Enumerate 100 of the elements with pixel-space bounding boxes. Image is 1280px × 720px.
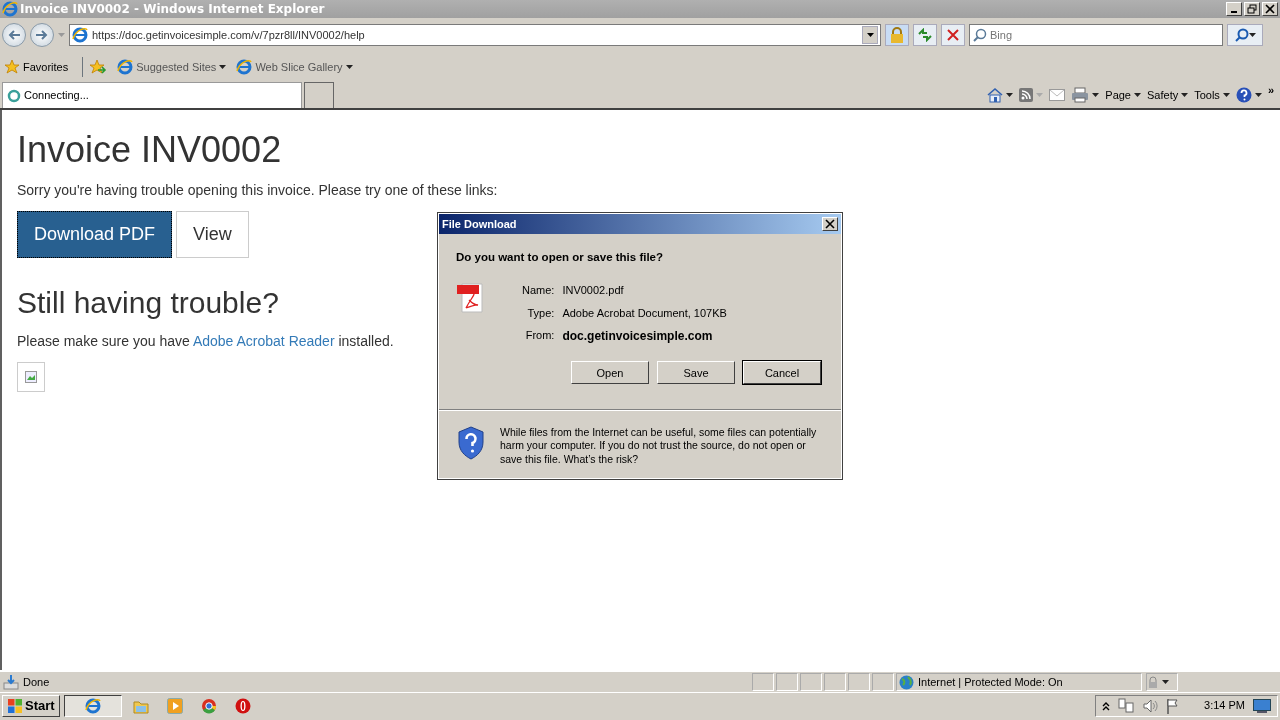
opera-icon (234, 697, 251, 714)
address-dropdown-button[interactable] (862, 26, 878, 44)
field-value: Adobe Acrobat Document, 107KB (562, 305, 727, 321)
caret-icon (1092, 93, 1100, 97)
dialog-button[interactable]: Cancel (743, 361, 821, 385)
close-button[interactable] (822, 217, 838, 231)
shield-icon (457, 426, 485, 461)
subheading: Still having trouble? (17, 285, 279, 319)
chevron-up-icon[interactable] (1102, 700, 1111, 711)
loading-icon (7, 88, 21, 103)
minimize-button[interactable] (1226, 2, 1242, 16)
menu-button[interactable]: Safety (1147, 86, 1189, 104)
network-icon[interactable] (1118, 697, 1135, 714)
dialog-question: Do you want to open or save this file? (455, 250, 665, 265)
restore-icon (1247, 4, 1257, 14)
caret-icon (1254, 93, 1262, 97)
close-icon (1265, 4, 1275, 14)
browser-icon (84, 697, 101, 714)
printer-icon (1071, 87, 1090, 103)
start-button[interactable]: Start (2, 694, 60, 717)
close-icon (825, 219, 835, 229)
chrome-icon (200, 697, 217, 714)
show-desktop-icon[interactable] (1253, 698, 1271, 713)
view-button[interactable]: View (176, 210, 249, 258)
help-icon (1235, 87, 1252, 103)
envelope-icon (1049, 89, 1066, 101)
address-field[interactable]: https://doc.getinvoicesimple.com/v/7pzr8ll/INV0002/help (69, 24, 881, 46)
favorites-link[interactable]: Web Slice Gallery (236, 58, 353, 76)
warning-text: While files from the Internet can be useful, some files can potentially harm your computer. If you do not trust the source, do not open or save this file. What’s the risk? (500, 426, 818, 466)
field-value: INV0002.pdf (562, 283, 625, 299)
window-title: Invoice INV0002 - Windows Internet Explorer (20, 1, 325, 18)
caret-icon (219, 65, 227, 69)
dialog-button[interactable]: Open (571, 361, 649, 385)
volume-icon[interactable] (1142, 697, 1159, 714)
caret-icon (1222, 93, 1230, 97)
status-pane (848, 673, 870, 691)
feeds-button[interactable] (1019, 88, 1044, 102)
new-tab-button[interactable] (304, 82, 334, 108)
status-pane (800, 673, 822, 691)
browser-icon (2, 1, 18, 17)
status-pane (824, 673, 846, 691)
minimize-icon (1231, 11, 1237, 13)
menu-button[interactable]: Tools (1194, 86, 1230, 104)
status-pane (776, 673, 798, 691)
print-button[interactable] (1071, 87, 1100, 103)
caret-icon (1181, 93, 1189, 97)
favorites-link[interactable]: Suggested Sites (117, 58, 227, 76)
field-label: Type: (526, 305, 555, 321)
close-button[interactable] (1262, 2, 1278, 16)
acrobat-link[interactable]: Adobe Acrobat Reader (192, 332, 335, 349)
home-icon (987, 87, 1004, 103)
media-player-icon (166, 697, 183, 714)
help-button[interactable] (1235, 87, 1262, 103)
status-text: Done (23, 674, 50, 690)
windows-logo-icon (7, 697, 23, 714)
dialog-title: File Download (442, 216, 518, 232)
dialog-button[interactable]: Save (657, 361, 735, 385)
menu-button[interactable]: Page (1105, 86, 1141, 104)
feed-icon (1019, 88, 1034, 102)
download-page-icon (3, 674, 19, 690)
lock-icon (890, 27, 904, 43)
intro-text: Sorry you're having trouble opening this invoice. Please try one of these links: (17, 180, 499, 200)
favorites-button[interactable]: Favorites (4, 58, 69, 76)
status-pane (872, 673, 894, 691)
browser-icon (72, 27, 88, 43)
search-field[interactable]: Bing (969, 24, 1223, 46)
caret-icon (1036, 93, 1044, 97)
home-button[interactable] (987, 87, 1014, 103)
browser-icon (236, 59, 253, 75)
forward-button[interactable] (30, 23, 54, 47)
search-button[interactable] (1227, 24, 1263, 46)
restore-button[interactable] (1244, 2, 1260, 16)
left-arrow-icon (7, 29, 21, 41)
mail-button[interactable] (1049, 89, 1066, 101)
flag-icon[interactable] (1166, 697, 1181, 714)
globe-icon (899, 674, 914, 690)
download-button[interactable]: Download PDF (17, 210, 173, 258)
status-pane (752, 673, 774, 691)
back-button[interactable] (2, 23, 26, 47)
stop-button[interactable] (941, 24, 965, 46)
refresh-button[interactable] (913, 24, 937, 46)
security-lock-button[interactable] (885, 24, 909, 46)
browser-tab[interactable]: Connecting... (2, 82, 302, 108)
clock-text: 3:14 PM (1204, 698, 1245, 714)
field-label: Name: (522, 283, 555, 299)
close-icon (947, 29, 959, 41)
protected-mode-button[interactable] (1146, 673, 1178, 691)
page-heading: Invoice INV0002 (17, 130, 283, 170)
caret-icon (1006, 93, 1014, 97)
help-text: Please make sure you have Adobe Acrobat Reader installed. (17, 331, 394, 351)
right-arrow-icon (35, 29, 49, 41)
more-button[interactable]: » (1267, 82, 1274, 99)
taskbar-browser-button[interactable] (63, 694, 122, 717)
caret-icon (345, 65, 353, 69)
caret-icon (1162, 680, 1169, 684)
caret-icon (1134, 93, 1141, 97)
broken-image-icon (25, 370, 37, 383)
star-icon (4, 59, 20, 75)
caret-icon (1248, 33, 1256, 37)
risk-link[interactable]: What’s the risk? (563, 452, 639, 465)
